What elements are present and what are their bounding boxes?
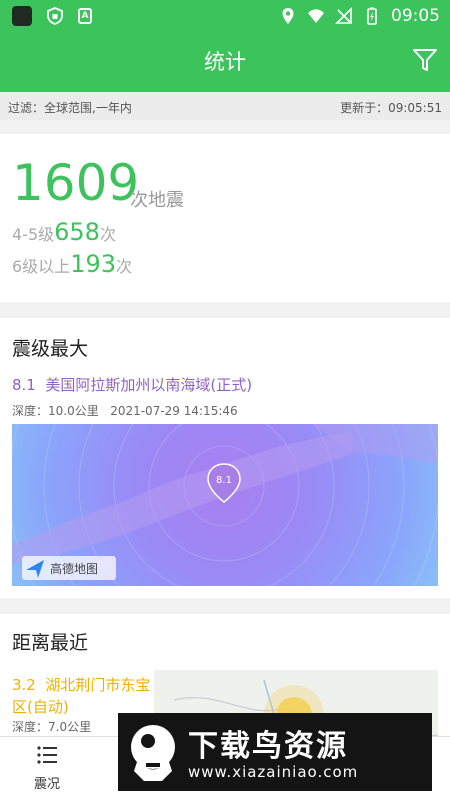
shield-icon xyxy=(47,7,63,25)
largest-meta: 深度：10.0公里 2021-07-29 14:15:46 xyxy=(12,402,238,419)
largest-depth: 深度：10.0公里 xyxy=(12,404,99,418)
a-badge-icon: A xyxy=(78,8,92,24)
map-graphic: 8.1 高德地图 xyxy=(12,424,438,586)
list-icon xyxy=(37,746,57,764)
watermark-url: www.xiazainiao.com xyxy=(188,763,359,781)
watermark-text: 下载鸟资源 xyxy=(188,729,348,764)
map-brand-logo: 高德地图 xyxy=(22,556,116,580)
largest-magnitude: 8.1 xyxy=(12,376,36,394)
largest-datetime: 2021-07-29 14:15:46 xyxy=(110,404,238,418)
bird-logo-icon xyxy=(131,725,175,781)
tab-earthquakes-label: 震况 xyxy=(33,777,60,792)
mid-magnitude-unit: 次 xyxy=(99,225,116,244)
app-notification-icon xyxy=(12,6,32,26)
high-magnitude-label: 6级以上 xyxy=(12,257,71,276)
nearest-section-title: 距离最近 xyxy=(12,632,89,654)
status-bar: A 09:05 xyxy=(0,0,450,32)
nearest-magnitude: 3.2 xyxy=(12,676,36,694)
high-magnitude-count: 193 xyxy=(70,250,116,278)
battery-charging-icon xyxy=(367,7,377,25)
filter-summary-bar: 过滤：全球范围,一年内 更新于：09:05:51 xyxy=(0,92,450,120)
mid-magnitude-label: 4-5级 xyxy=(12,225,55,244)
high-magnitude-row: 6级以上193次 xyxy=(12,250,132,278)
location-icon xyxy=(282,8,294,24)
mid-magnitude-row: 4-5级658次 xyxy=(12,218,116,246)
summary-card: 1609 次地震 4-5级658次 6级以上193次 xyxy=(0,134,450,302)
largest-quake-map[interactable]: 8.1 高德地图 xyxy=(12,424,438,586)
filter-icon[interactable] xyxy=(412,47,438,73)
largest-quake-headline[interactable]: 8.1 美国阿拉斯加州以南海域(正式) xyxy=(12,374,252,395)
app-header: A 09:05 统计 xyxy=(0,0,450,92)
nearest-quake-headline[interactable]: 3.2 湖北荆门市东宝区(自动) xyxy=(12,674,152,718)
total-count: 1609 xyxy=(12,154,140,212)
no-signal-icon xyxy=(335,7,352,24)
total-unit: 次地震 xyxy=(130,190,184,211)
largest-quake-card[interactable]: 震级最大 8.1 美国阿拉斯加州以南海域(正式) 深度：10.0公里 2021-… xyxy=(0,318,450,598)
status-time: 09:05 xyxy=(391,6,440,26)
filter-scope-text: 过滤：全球范围,一年内 xyxy=(8,101,132,115)
marker-label: 8.1 xyxy=(216,475,232,486)
tab-earthquakes[interactable]: 震况 xyxy=(12,743,82,792)
page-title: 统计 xyxy=(204,50,246,74)
wifi-icon xyxy=(308,9,324,23)
high-magnitude-unit: 次 xyxy=(116,257,133,276)
largest-place: 美国阿拉斯加州以南海域(正式) xyxy=(45,376,253,394)
map-brand-text: 高德地图 xyxy=(50,561,98,576)
updated-time-text: 更新于：09:05:51 xyxy=(340,101,442,115)
nearest-depth: 深度：7.0公里 xyxy=(12,720,92,734)
watermark-banner: 下载鸟资源 www.xiazainiao.com xyxy=(118,713,432,791)
mid-magnitude-count: 658 xyxy=(54,218,100,246)
largest-section-title: 震级最大 xyxy=(12,338,89,360)
